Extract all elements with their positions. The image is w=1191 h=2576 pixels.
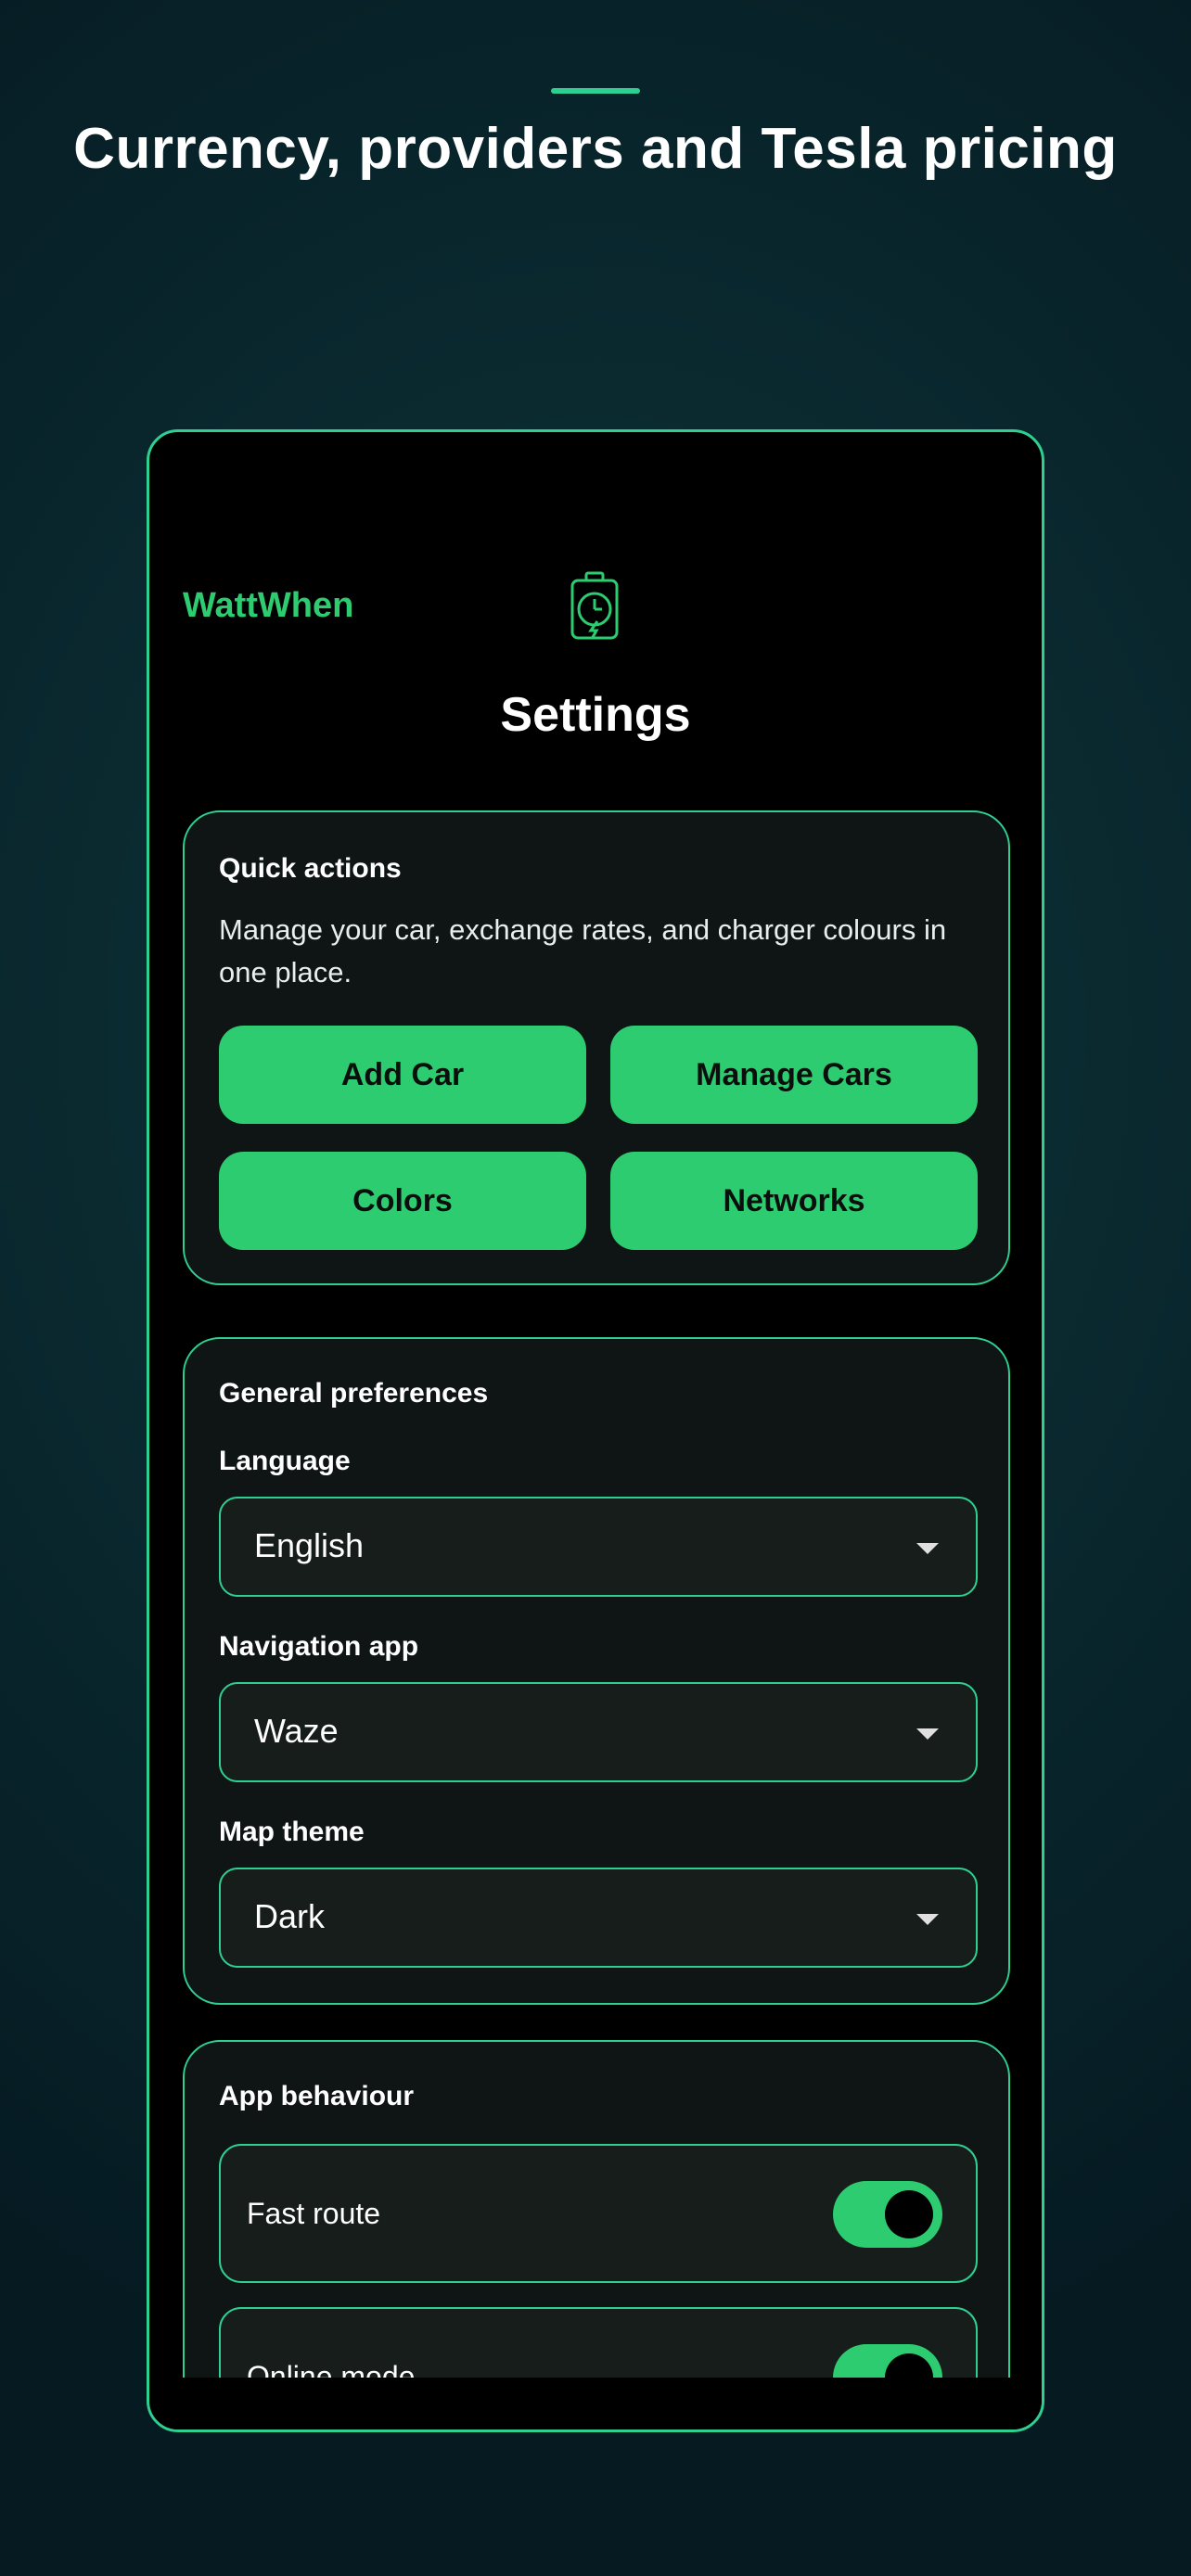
app-bar: WattWhen	[183, 571, 1008, 645]
phone-frame: WattWhen Settings Quick actions Manage y…	[147, 429, 1044, 2432]
app-brand: WattWhen	[183, 586, 354, 625]
map-theme-select[interactable]: Dark	[219, 1868, 978, 1968]
quick-actions-title: Quick actions	[219, 853, 402, 884]
navigation-app-select[interactable]: Waze	[219, 1682, 978, 1782]
manage-cars-button[interactable]: Manage Cars	[610, 1026, 978, 1124]
online-mode-row: Online mode	[219, 2307, 978, 2383]
networks-button[interactable]: Networks	[610, 1152, 978, 1250]
general-preferences-card: General preferences Language English Nav…	[183, 1337, 1010, 2005]
toggle-knob	[885, 2190, 933, 2238]
screen-title: Settings	[500, 688, 691, 742]
bottom-bar	[149, 2378, 1042, 2429]
map-theme-label: Map theme	[219, 1817, 365, 1847]
map-theme-value: Dark	[254, 1897, 326, 1935]
fast-route-label: Fast route	[247, 2197, 381, 2230]
promo-headline: Currency, providers and Tesla pricing	[73, 117, 1118, 181]
accent-line	[551, 88, 640, 94]
settings-screen: WattWhen Settings Quick actions Manage y…	[149, 432, 1042, 2383]
chevron-down-icon	[916, 1728, 939, 1740]
fast-route-toggle[interactable]	[833, 2181, 942, 2248]
battery-clock-icon	[569, 571, 621, 642]
fast-route-row: Fast route	[219, 2144, 978, 2283]
chevron-down-icon	[916, 1914, 939, 1925]
navigation-app-value: Waze	[254, 1712, 339, 1750]
add-car-button[interactable]: Add Car	[219, 1026, 586, 1124]
app-behaviour-title: App behaviour	[219, 2081, 415, 2111]
language-select[interactable]: English	[219, 1497, 978, 1597]
chevron-down-icon	[916, 1543, 939, 1554]
quick-actions-description: Manage your car, exchange rates, and cha…	[219, 913, 947, 988]
language-value: English	[254, 1526, 365, 1564]
language-label: Language	[219, 1446, 351, 1476]
colors-button[interactable]: Colors	[219, 1152, 586, 1250]
general-preferences-title: General preferences	[219, 1378, 489, 1409]
app-behaviour-card: App behaviour Fast route Online mode	[183, 2040, 1010, 2383]
navigation-app-label: Navigation app	[219, 1631, 419, 1662]
quick-actions-card: Quick actions Manage your car, exchange …	[183, 810, 1010, 1285]
